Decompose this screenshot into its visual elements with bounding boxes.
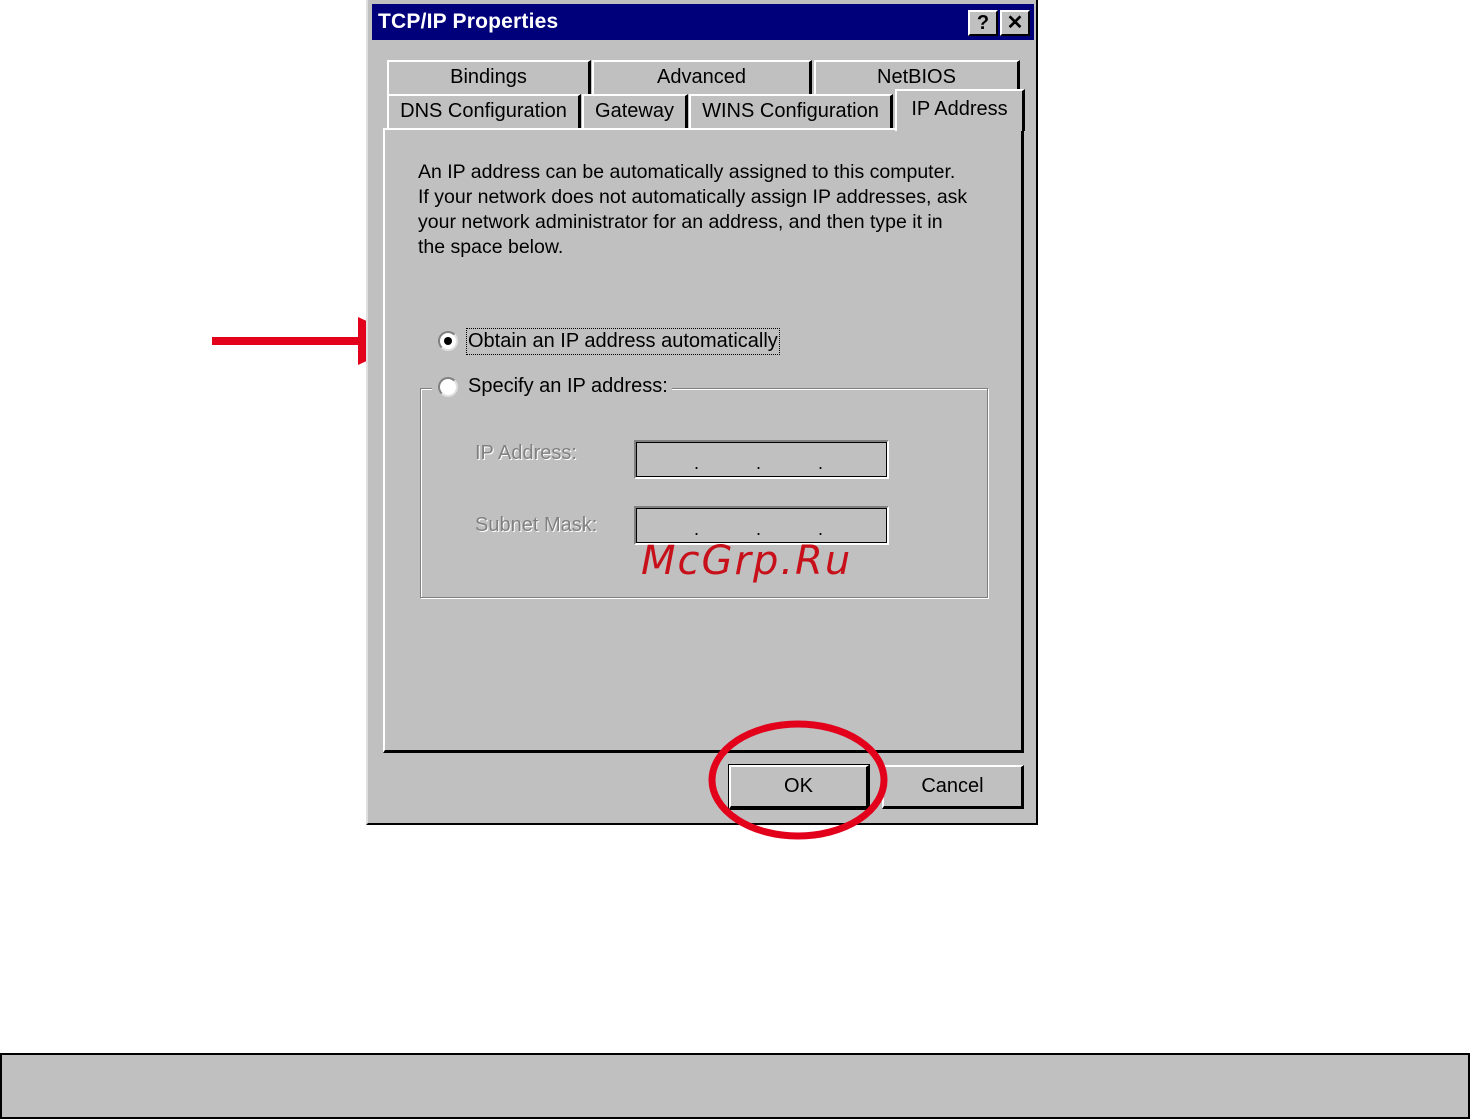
ip-separator: . [694,453,700,473]
mask-octet [822,512,879,540]
specify-ip-radio[interactable] [438,377,458,397]
tab-label: Bindings [450,66,527,88]
obtain-ip-auto-radio[interactable] [438,331,458,351]
obtain-ip-auto-label[interactable]: Obtain an IP address automatically [466,328,780,355]
tab-label: Advanced [657,66,746,88]
close-icon: ✕ [1006,12,1024,34]
description-text: An IP address can be automatically assig… [418,160,998,260]
ip-octet [760,446,817,474]
tab-label: Gateway [595,100,674,122]
tcpip-properties-dialog: TCP/IP Properties ? ✕ Bindings Advanced … [366,0,1038,825]
description-line: An IP address can be automatically assig… [418,161,956,183]
title-bar: TCP/IP Properties ? ✕ [372,4,1034,40]
annotation-circle [708,720,888,840]
watermark-text: McGrp.Ru [641,538,853,584]
close-button[interactable]: ✕ [1000,10,1030,36]
mask-octet [638,512,695,540]
ip-octet [699,446,756,474]
ip-address-label: IP Address: [475,442,577,464]
tab-ip-address[interactable]: IP Address [895,89,1025,131]
mask-separator: . [694,519,700,539]
description-line: If your network does not automatically a… [418,186,968,208]
specify-ip-label[interactable]: Specify an IP address: [468,375,668,398]
dialog-title: TCP/IP Properties [378,10,559,33]
bottom-bar [0,1053,1470,1119]
ip-octet [822,446,879,474]
radio-selected-dot [444,337,452,345]
tab-advanced[interactable]: Advanced [592,60,812,94]
tab-bindings[interactable]: Bindings [387,60,591,94]
cancel-button[interactable]: Cancel [882,765,1024,809]
tab-wins-configuration[interactable]: WINS Configuration [689,94,893,128]
tab-label: NetBIOS [877,66,956,88]
ip-octet [638,446,695,474]
tab-dns-configuration[interactable]: DNS Configuration [387,94,581,128]
tab-label: IP Address [911,98,1008,120]
tab-label: DNS Configuration [400,100,567,122]
mask-octet [699,512,756,540]
tab-gateway[interactable]: Gateway [582,94,688,128]
description-line: your network administrator for an addres… [418,211,943,233]
ip-address-field: . . . [634,440,889,479]
tab-label: WINS Configuration [702,100,879,122]
help-icon: ? [976,12,990,34]
help-button[interactable]: ? [968,10,998,36]
description-line: the space below. [418,236,564,258]
subnet-mask-label: Subnet Mask: [475,514,598,536]
mask-octet [760,512,817,540]
